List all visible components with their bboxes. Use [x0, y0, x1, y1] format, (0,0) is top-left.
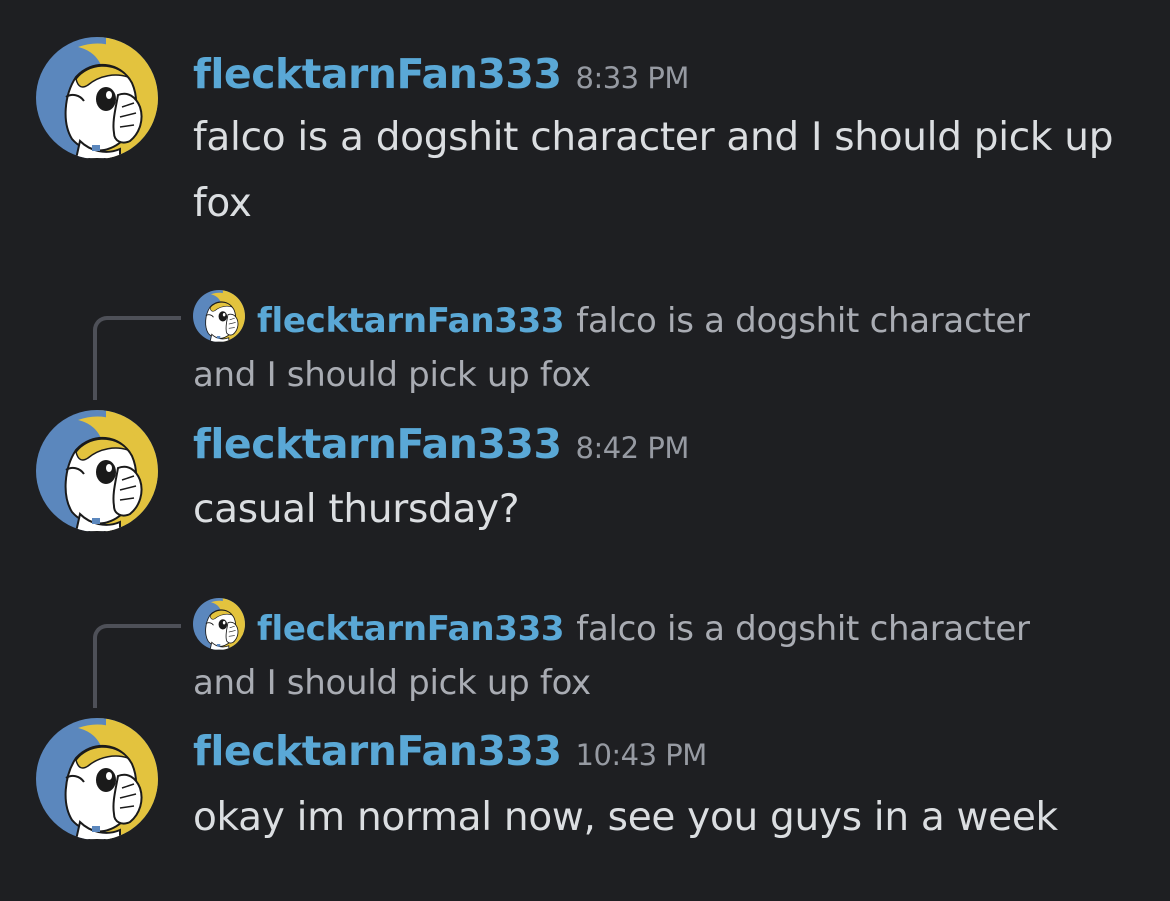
message-header: flecktarnFan333 10:43 PM — [193, 727, 707, 775]
message-text: okay im normal now, see you guys in a we… — [193, 795, 1058, 840]
message-header: flecktarnFan333 8:42 PM — [193, 420, 689, 468]
avatar[interactable] — [36, 37, 158, 159]
anime-character-avatar-icon — [193, 598, 245, 650]
reply-preview[interactable]: flecktarnFan333 falco is a dogshit charac… — [193, 598, 1093, 710]
reply-username[interactable]: flecktarnFan333 — [257, 301, 565, 341]
anime-character-avatar-icon — [193, 290, 245, 342]
username[interactable]: flecktarnFan333 — [193, 50, 562, 98]
reply-connector — [93, 624, 181, 708]
username[interactable]: flecktarnFan333 — [193, 420, 562, 468]
username[interactable]: flecktarnFan333 — [193, 727, 562, 775]
reply-avatar — [193, 290, 245, 342]
message-header: flecktarnFan333 8:33 PM — [193, 50, 689, 98]
anime-character-avatar-icon — [36, 718, 158, 840]
anime-character-avatar-icon — [36, 37, 158, 159]
reply-preview[interactable]: flecktarnFan333 falco is a dogshit charac… — [193, 290, 1093, 402]
timestamp: 8:33 PM — [575, 61, 690, 95]
timestamp: 10:43 PM — [575, 738, 708, 772]
message-text: casual thursday? — [193, 487, 520, 532]
reply-connector — [93, 316, 181, 400]
message-text: falco is a dogshit character and I shoul… — [193, 115, 1114, 226]
avatar[interactable] — [36, 410, 158, 532]
timestamp: 8:42 PM — [575, 431, 690, 465]
avatar[interactable] — [36, 718, 158, 840]
reply-username[interactable]: flecktarnFan333 — [257, 609, 565, 649]
anime-character-avatar-icon — [36, 410, 158, 532]
reply-avatar — [193, 598, 245, 650]
